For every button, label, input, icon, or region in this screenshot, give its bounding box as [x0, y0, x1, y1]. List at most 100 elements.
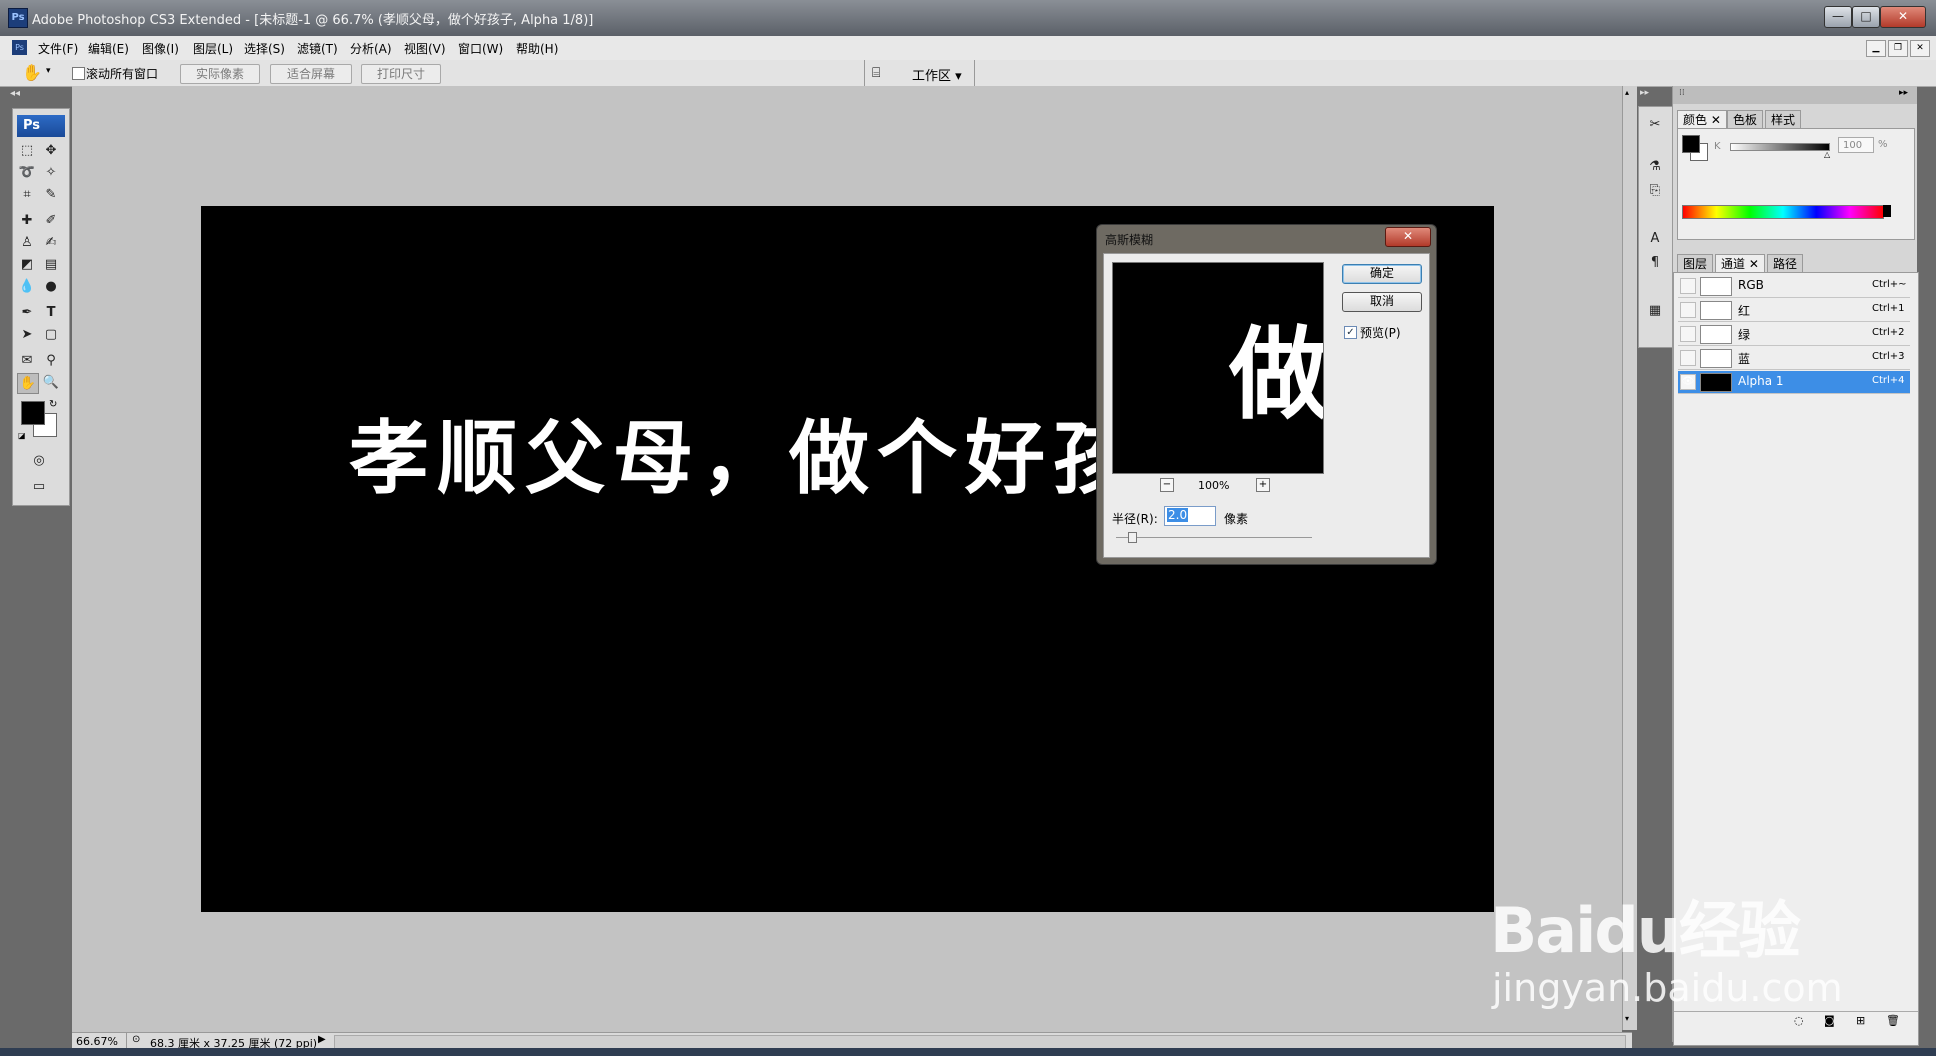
paragraph-icon[interactable]: ¶ [1645, 253, 1665, 272]
lasso-icon[interactable]: ➰ [17, 163, 37, 182]
history-icon[interactable]: ⚗ [1645, 157, 1665, 176]
doc-close-button[interactable]: ✕ [1910, 40, 1930, 57]
doc-minimize-button[interactable]: ▁ [1866, 40, 1886, 57]
radius-input[interactable]: 2.0 [1164, 506, 1216, 526]
shape-icon[interactable]: ▢ [41, 325, 61, 344]
k-slider[interactable] [1730, 143, 1830, 151]
chevron-down-icon[interactable]: ▾ [46, 66, 51, 76]
color-spectrum-bar[interactable] [1682, 205, 1884, 219]
radius-slider-track[interactable] [1116, 537, 1312, 538]
horizontal-scrollbar[interactable] [334, 1035, 1626, 1049]
foreground-color-swatch[interactable] [21, 401, 45, 425]
save-selection-icon[interactable]: ◙ [1824, 1014, 1835, 1027]
visibility-eye-icon[interactable] [1680, 278, 1696, 294]
brush-icon[interactable]: ✐ [41, 211, 61, 230]
k-value-input[interactable]: 100 [1838, 137, 1874, 153]
navigator-icon[interactable]: ✂ [1645, 115, 1665, 134]
actual-pixels-button[interactable]: 实际像素 [180, 64, 260, 84]
visibility-eye-icon[interactable] [1680, 326, 1696, 342]
dock-collapse-icon[interactable]: ▸▸ [1640, 88, 1649, 98]
visibility-eye-icon[interactable] [1680, 350, 1696, 366]
character-icon[interactable]: A [1645, 229, 1665, 248]
cancel-button[interactable]: 取消 [1342, 292, 1422, 312]
eyedropper-icon[interactable]: ⚲ [41, 351, 61, 370]
quick-mask-icon[interactable]: ◎ [29, 451, 49, 470]
channel-row[interactable]: 蓝 Ctrl+3 [1678, 347, 1910, 370]
tab-paths[interactable]: 路径 [1767, 254, 1804, 273]
marquee-icon[interactable]: ⬚ [17, 141, 37, 160]
history-brush-icon[interactable]: ✍ [41, 233, 61, 252]
tab-swatches[interactable]: 色板 [1727, 110, 1764, 129]
scroll-down-icon[interactable]: ▾ [1625, 1014, 1629, 1023]
fit-screen-button[interactable]: 适合屏幕 [270, 64, 352, 84]
bridge-icon[interactable]: ⌸ [872, 65, 880, 81]
pen-icon[interactable]: ✒ [17, 303, 37, 322]
preview-pane[interactable]: 做 [1112, 262, 1324, 474]
channel-row[interactable]: 👁 Alpha 1 Ctrl+4 [1678, 371, 1910, 394]
menu-layer[interactable]: 图层(L) [193, 40, 233, 57]
menu-filter[interactable]: 滤镜(T) [297, 40, 338, 57]
preview-checkbox[interactable]: ✓ [1344, 326, 1357, 339]
status-info-icon[interactable]: ⊙ [132, 1034, 140, 1045]
close-button[interactable]: ✕ [1880, 6, 1926, 28]
visibility-eye-icon[interactable] [1680, 302, 1696, 318]
print-size-button[interactable]: 打印尺寸 [361, 64, 441, 84]
menu-image[interactable]: 图像(I) [142, 40, 179, 57]
menu-analysis[interactable]: 分析(A) [350, 40, 392, 57]
screen-mode-icon[interactable]: ▭ [29, 477, 49, 496]
doc-restore-button[interactable]: ❐ [1888, 40, 1908, 57]
workspace-menu[interactable]: 工作区 ▾ [912, 65, 962, 84]
menu-view[interactable]: 视图(V) [404, 40, 446, 57]
new-channel-icon[interactable]: ⊞ [1856, 1014, 1865, 1027]
menu-help[interactable]: 帮助(H) [516, 40, 558, 57]
gradient-icon[interactable]: ▤ [41, 255, 61, 274]
scroll-up-icon[interactable]: ▴ [1625, 88, 1629, 97]
maximize-button[interactable]: □ [1852, 6, 1880, 28]
default-colors-icon[interactable]: ◪ [18, 431, 26, 440]
black-chip[interactable] [1883, 205, 1891, 217]
menu-window[interactable]: 窗口(W) [458, 40, 503, 57]
radius-slider-thumb[interactable] [1128, 532, 1137, 543]
channel-row[interactable]: RGB Ctrl+~ [1678, 275, 1910, 298]
tab-channels[interactable]: 通道 ✕ [1715, 254, 1765, 273]
document-icon[interactable]: Ps [12, 40, 27, 55]
panel-expand-icon[interactable]: ▸▸ [1899, 88, 1908, 98]
channel-row[interactable]: 绿 Ctrl+2 [1678, 323, 1910, 346]
menu-file[interactable]: 文件(F) [38, 40, 78, 57]
tab-layers[interactable]: 图层 [1677, 254, 1714, 273]
hand-icon[interactable]: ✋ [17, 373, 39, 394]
actions-icon[interactable]: ⎘ [1645, 181, 1665, 200]
magic-wand-icon[interactable]: ✧ [41, 163, 61, 182]
visibility-eye-icon[interactable]: 👁 [1680, 374, 1696, 390]
channel-row[interactable]: 红 Ctrl+1 [1678, 299, 1910, 322]
zoom-out-button[interactable]: − [1160, 478, 1174, 492]
move-icon[interactable]: ✥ [41, 141, 61, 160]
ok-button[interactable]: 确定 [1342, 264, 1422, 284]
tab-color[interactable]: 颜色 ✕ [1677, 110, 1727, 129]
zoom-icon[interactable]: 🔍 [41, 373, 61, 392]
fg-color-chip[interactable] [1682, 135, 1700, 153]
dialog-close-button[interactable]: ✕ [1385, 227, 1431, 247]
menu-select[interactable]: 选择(S) [244, 40, 285, 57]
blur-icon[interactable]: 💧 [17, 277, 37, 296]
status-zoom[interactable]: 66.67% [76, 1035, 118, 1048]
menu-edit[interactable]: 编辑(E) [88, 40, 129, 57]
notes-icon[interactable]: ✉ [17, 351, 37, 370]
scroll-all-windows-checkbox[interactable] [72, 67, 85, 80]
zoom-in-button[interactable]: + [1256, 478, 1270, 492]
k-slider-thumb[interactable]: △ [1824, 150, 1830, 159]
trash-icon[interactable]: 🗑 [1886, 1014, 1900, 1027]
status-menu-icon[interactable]: ▶ [318, 1034, 326, 1045]
path-selection-icon[interactable]: ➤ [17, 325, 37, 344]
collapse-toolbox-icon[interactable]: ◂◂ [10, 88, 20, 99]
eraser-icon[interactable]: ◩ [17, 255, 37, 274]
load-selection-icon[interactable]: ◌ [1794, 1014, 1804, 1027]
minimize-button[interactable]: — [1824, 6, 1852, 28]
crop-icon[interactable]: ⌗ [17, 185, 37, 204]
healing-brush-icon[interactable]: ✚ [17, 211, 37, 230]
dodge-icon[interactable]: ● [41, 277, 61, 296]
layer-comps-icon[interactable]: ▦ [1645, 301, 1665, 320]
swap-colors-icon[interactable]: ↻ [49, 399, 57, 410]
tab-styles[interactable]: 样式 [1765, 110, 1802, 129]
type-icon[interactable]: T [41, 303, 61, 322]
